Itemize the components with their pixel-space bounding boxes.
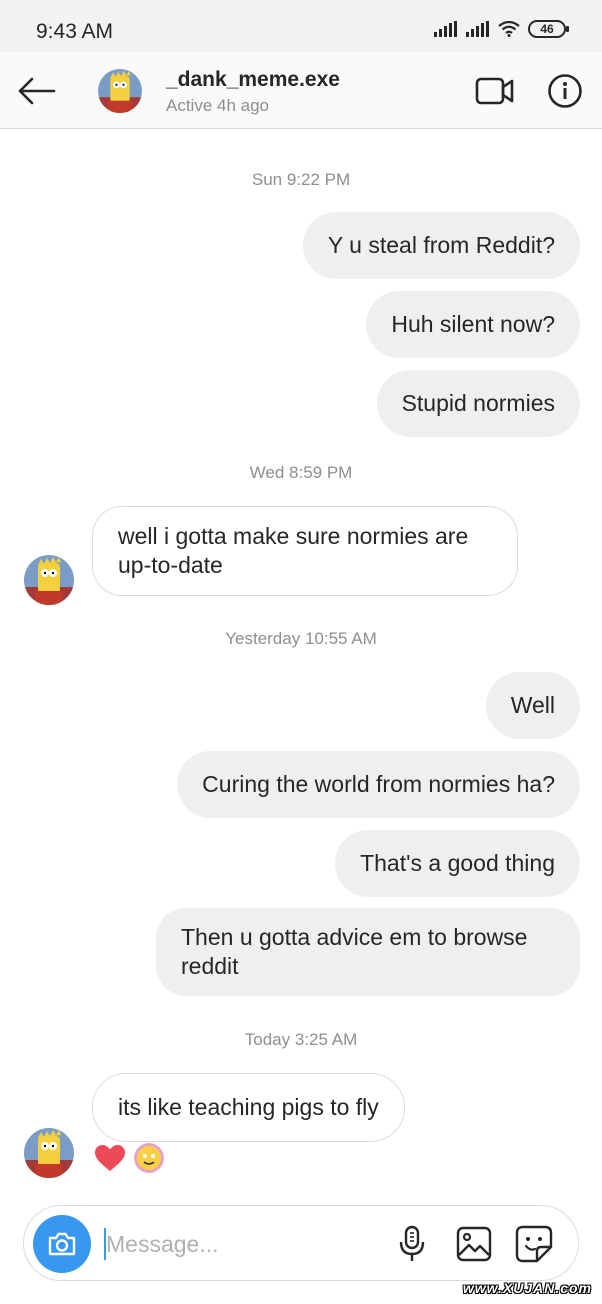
signal-icon — [434, 21, 457, 37]
bart-avatar-image — [24, 555, 74, 605]
sticker-icon — [515, 1225, 553, 1263]
message-reactions[interactable] — [94, 1143, 164, 1173]
timestamp: Today 3:25 AM — [244, 1030, 358, 1049]
message-bubble-outgoing[interactable]: That's a good thing — [335, 830, 580, 897]
back-button[interactable] — [12, 70, 60, 112]
bart-avatar-image — [24, 1128, 74, 1178]
voice-message-button[interactable] — [392, 1222, 432, 1266]
gallery-icon — [456, 1226, 492, 1262]
reactor-avatar — [134, 1143, 164, 1173]
chat-header: _dank_meme.exe Active 4h ago — [0, 52, 602, 129]
message-bubble-outgoing[interactable]: Huh silent now? — [366, 291, 580, 358]
message-bubble-outgoing[interactable]: Well — [485, 672, 580, 739]
back-arrow-icon — [18, 77, 56, 105]
message-bubble-incoming[interactable]: well i gotta make sure normies are up-to… — [92, 506, 518, 596]
sender-avatar[interactable] — [24, 555, 74, 605]
timestamp: Yesterday 10:55 AM — [225, 629, 377, 648]
timestamp: Sun 9:22 PM — [251, 170, 351, 189]
battery-level: 46 — [540, 22, 554, 36]
heart-emoji-icon — [95, 1145, 125, 1171]
timestamp: Wed 8:59 PM — [249, 463, 353, 482]
signal-icon — [466, 21, 489, 37]
message-bubble-outgoing[interactable]: Y u steal from Reddit? — [302, 212, 580, 279]
camera-button[interactable] — [33, 1215, 91, 1273]
message-bubble-outgoing[interactable]: Stupid normies — [376, 370, 580, 437]
contact-name[interactable]: _dank_meme.exe — [166, 68, 340, 92]
status-time: 9:43 AM — [36, 20, 114, 43]
bart-avatar-image — [98, 69, 142, 113]
video-call-button[interactable] — [472, 72, 518, 110]
wifi-icon — [498, 21, 520, 37]
reactor-avatar-image — [134, 1143, 164, 1173]
message-bubble-incoming[interactable]: its like teaching pigs to fly — [92, 1073, 405, 1142]
camera-icon — [48, 1232, 76, 1256]
microphone-icon — [399, 1225, 425, 1261]
watermark: www.XUJAN.com — [462, 1280, 592, 1296]
message-input[interactable] — [106, 1224, 366, 1264]
video-call-icon — [475, 77, 514, 105]
status-bar: 9:43 AM 46 — [0, 0, 602, 52]
contact-status: Active 4h ago — [166, 96, 270, 115]
info-icon — [548, 74, 582, 108]
status-icons: 46 — [434, 20, 569, 38]
message-bubble-outgoing[interactable]: Curing the world from normies ha? — [177, 751, 580, 818]
message-bubble-outgoing[interactable]: Then u gotta advice em to browse reddit — [156, 908, 580, 996]
battery-icon: 46 — [528, 20, 569, 38]
info-button[interactable] — [544, 70, 586, 112]
sticker-button[interactable] — [512, 1222, 556, 1266]
gallery-button[interactable] — [452, 1222, 496, 1266]
message-composer — [23, 1205, 579, 1281]
contact-avatar[interactable] — [98, 69, 142, 113]
sender-avatar[interactable] — [24, 1128, 74, 1178]
